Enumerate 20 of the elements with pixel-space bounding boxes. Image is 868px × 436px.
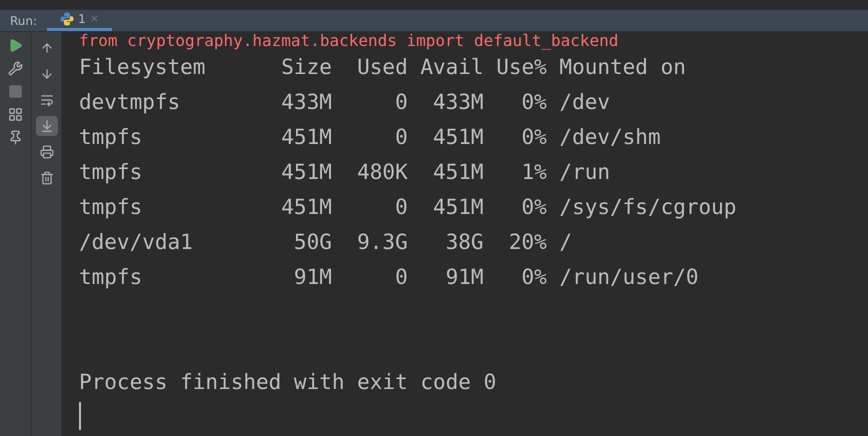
play-icon[interactable] <box>8 38 23 53</box>
output-line: tmpfs 451M 0 451M 0% /sys/fs/cgroup <box>79 194 736 221</box>
output-line: tmpfs 451M 0 451M 0% /dev/shm <box>79 124 661 151</box>
wrap-text-icon <box>40 93 54 107</box>
output-line: tmpfs 91M 0 91M 0% /run/user/0 <box>79 264 699 291</box>
error-line: from cryptography.hazmat.backends import default_backend <box>79 32 618 50</box>
output-line: devtmpfs 433M 0 433M 0% /dev <box>79 89 610 116</box>
run-label: Run: <box>9 12 38 30</box>
output-line: Filesystem Size Used Avail Use% Mounted on <box>79 54 686 81</box>
pin-icon[interactable] <box>8 130 23 145</box>
scroll-to-end-icon <box>40 119 54 133</box>
scroll-to-end-button[interactable] <box>36 116 58 136</box>
layout-icon[interactable] <box>8 107 23 122</box>
output-line: /dev/vda1 50G 9.3G 38G 20% / <box>79 229 572 256</box>
printer-icon <box>40 145 54 159</box>
wrench-icon[interactable] <box>8 61 23 76</box>
output-line: Process finished with exit code 0 <box>79 369 496 396</box>
python-logo-icon <box>60 12 74 26</box>
trash-icon <box>40 171 54 185</box>
output-line: tmpfs 451M 480K 451M 1% /run <box>79 159 610 186</box>
